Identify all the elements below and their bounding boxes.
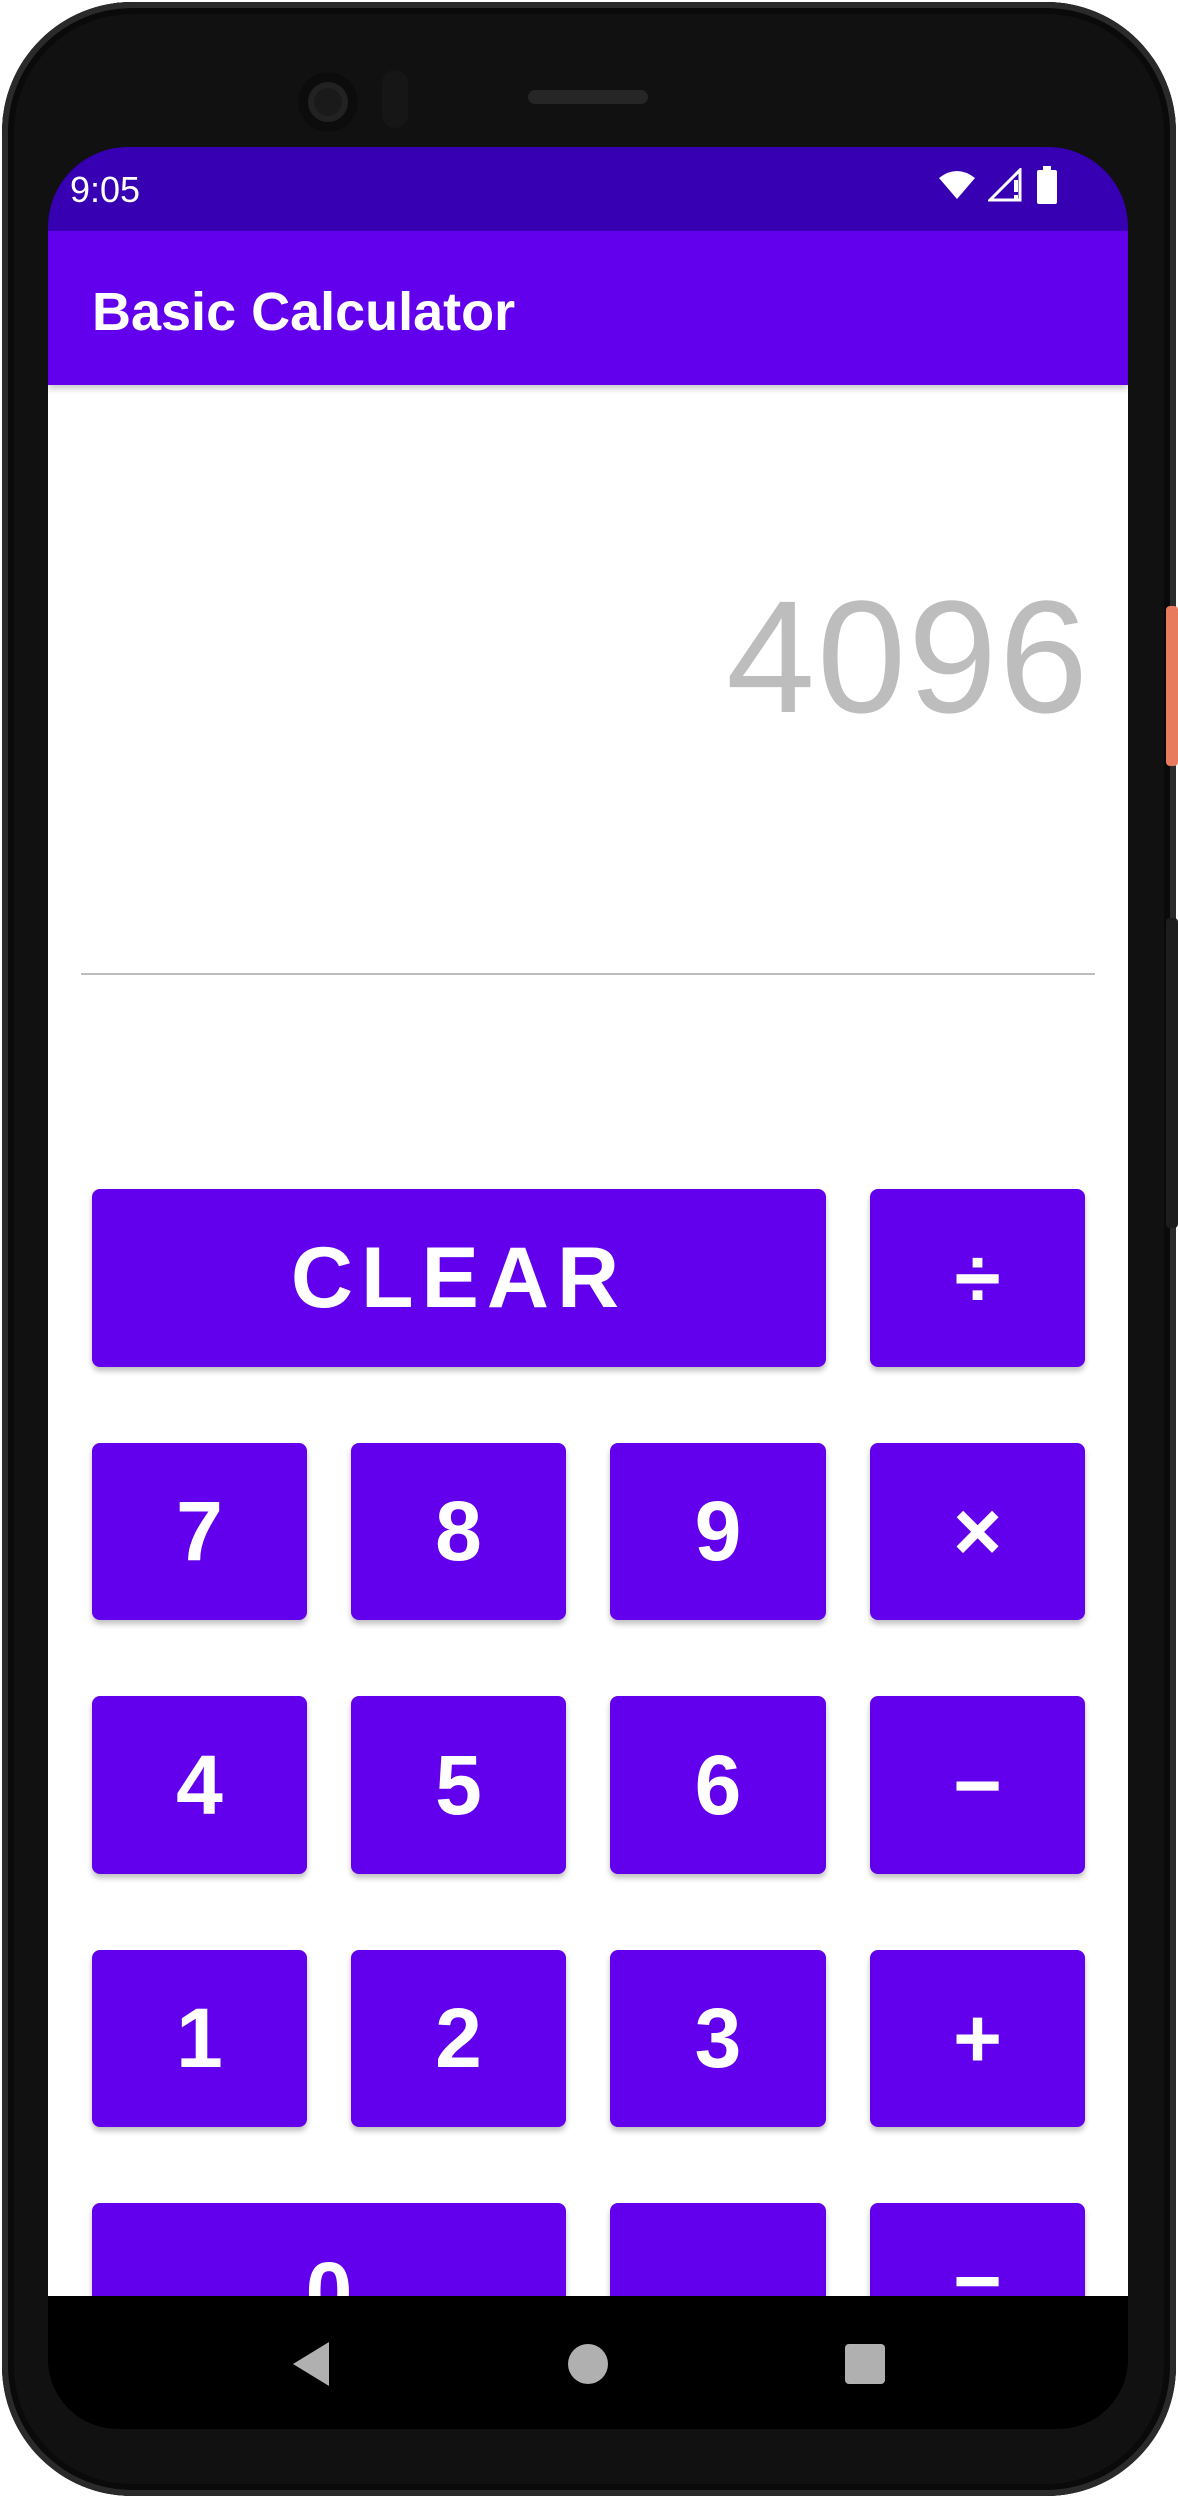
app-bar: Basic Calculator <box>48 231 1128 385</box>
navigation-bar <box>48 2296 1128 2429</box>
digit-4-button[interactable]: 4 <box>92 1696 307 1874</box>
battery-icon <box>1036 165 1058 209</box>
signal-icon <box>986 165 1024 207</box>
earpiece-speaker <box>528 90 648 104</box>
digit-3-button[interactable]: 3 <box>610 1950 826 2127</box>
add-button[interactable]: + <box>870 1950 1085 2127</box>
digit-9-button[interactable]: 9 <box>610 1443 826 1620</box>
result-display: 4096 <box>726 567 1090 746</box>
calculator-content: 4096 CLEAR ÷ 7 8 9 × 4 5 6 − 1 2 3 + 0 .… <box>48 385 1128 2381</box>
home-icon[interactable] <box>558 2334 618 2394</box>
power-button <box>1166 606 1178 766</box>
digit-5-button[interactable]: 5 <box>351 1696 566 1874</box>
multiply-button[interactable]: × <box>870 1443 1085 1620</box>
phone-frame: 9:05 Basic Calculator 4096 CLEAR ÷ 7 8 9… <box>2 2 1176 2496</box>
status-bar: 9:05 <box>48 147 1128 231</box>
digit-2-button[interactable]: 2 <box>351 1950 566 2127</box>
status-icons <box>938 165 1058 209</box>
clear-button[interactable]: CLEAR <box>92 1189 826 1367</box>
subtract-button[interactable]: − <box>870 1696 1085 1874</box>
digit-1-button[interactable]: 1 <box>92 1950 307 2127</box>
divide-button[interactable]: ÷ <box>870 1189 1085 1367</box>
screen: 9:05 Basic Calculator 4096 CLEAR ÷ 7 8 9… <box>48 147 1128 2429</box>
digit-6-button[interactable]: 6 <box>610 1696 826 1874</box>
wifi-icon <box>938 170 976 205</box>
app-title: Basic Calculator <box>92 282 516 342</box>
front-camera <box>298 72 358 132</box>
back-icon[interactable] <box>281 2334 341 2394</box>
display-divider <box>81 973 1095 975</box>
recents-icon[interactable] <box>835 2334 895 2394</box>
status-time: 9:05 <box>70 169 141 210</box>
volume-button <box>1166 918 1178 1228</box>
proximity-sensor <box>382 70 408 128</box>
digit-8-button[interactable]: 8 <box>351 1443 566 1620</box>
digit-7-button[interactable]: 7 <box>92 1443 307 1620</box>
